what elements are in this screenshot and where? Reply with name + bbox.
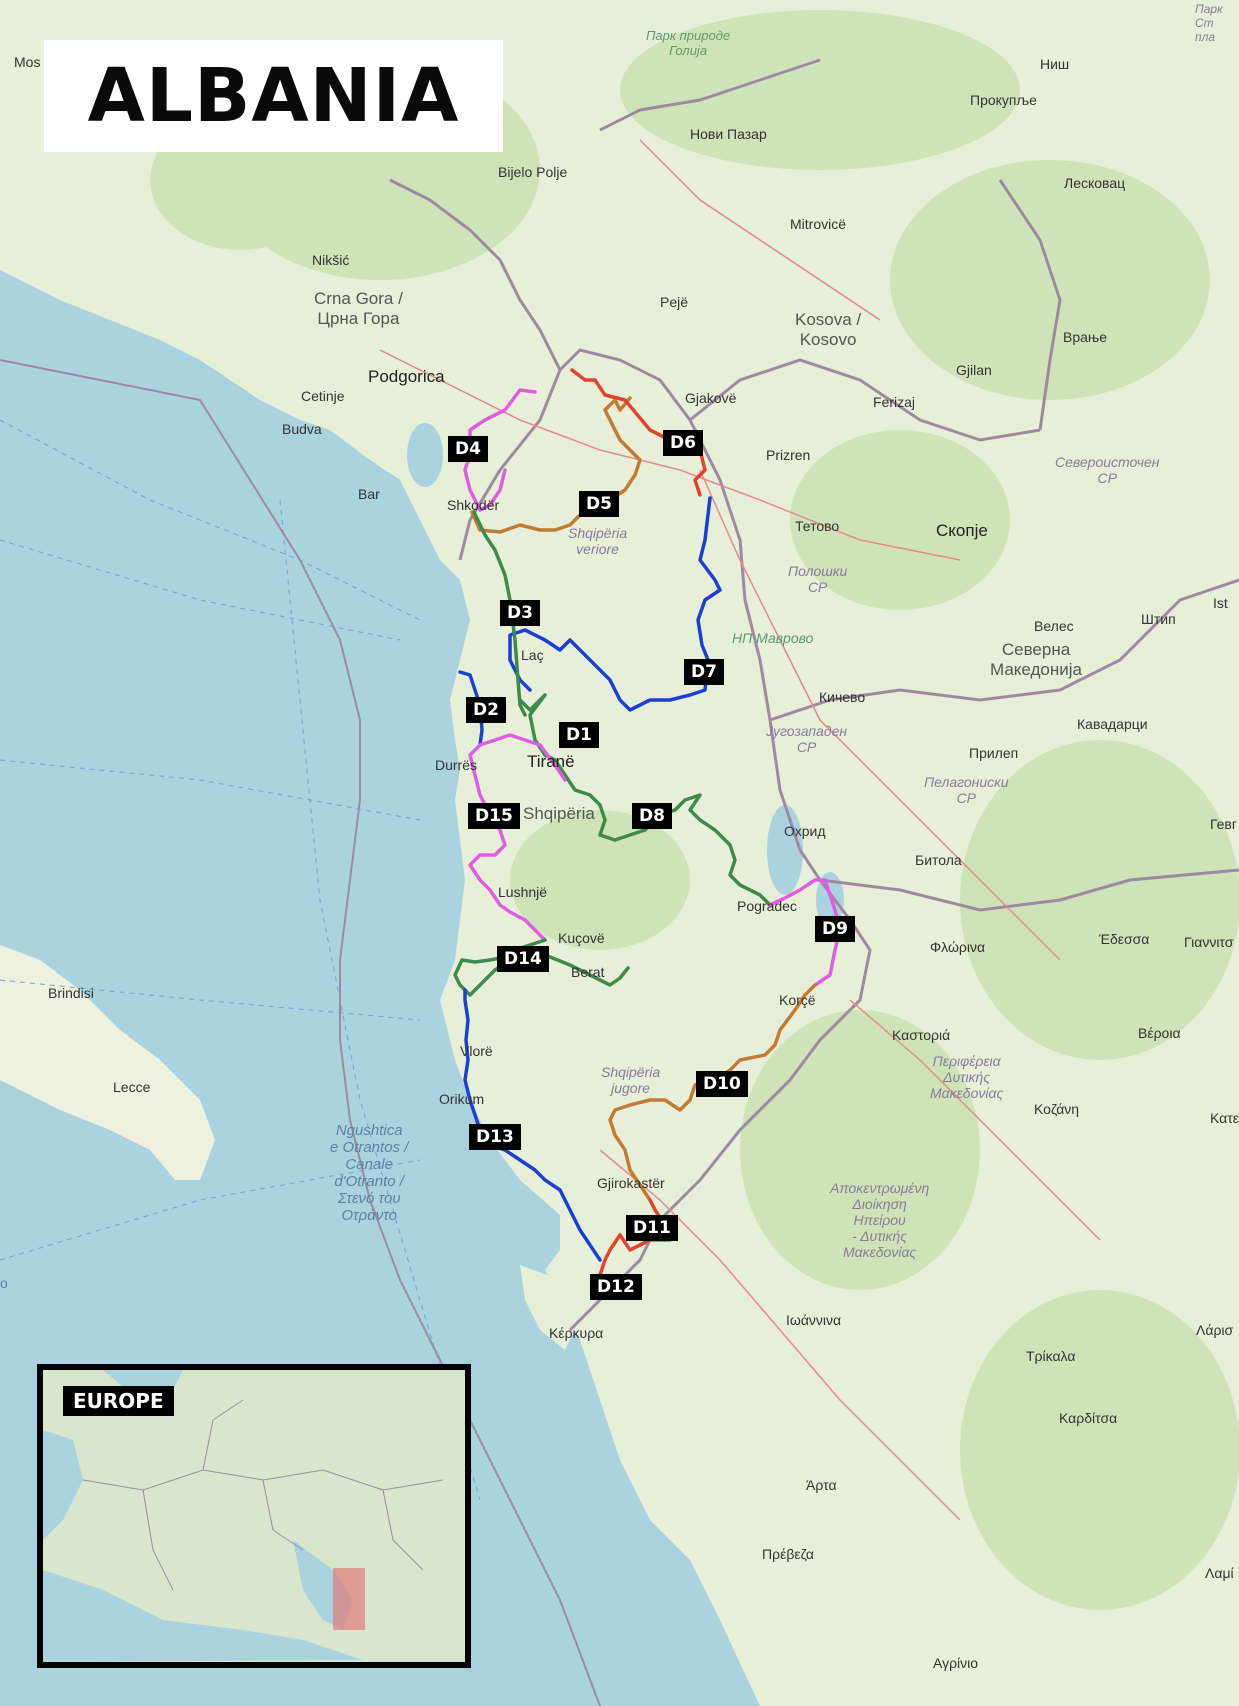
place-mitrovice: Mitrovicë [790, 216, 847, 232]
place-bar: Bar [358, 486, 380, 502]
place-prokuplje: Прокупље [970, 92, 1037, 108]
place-kavadarci: Кавадарци [1077, 716, 1148, 732]
day-label-d13: D13 [469, 1124, 521, 1150]
place-cetinje: Cetinje [301, 388, 345, 404]
map-title-box: ALBANIA [44, 40, 503, 152]
place-brindisi: Brindisi [48, 985, 94, 1001]
place-lamia: Λαμί [1205, 1565, 1234, 1581]
place-bijelo-polje: Bijelo Polje [498, 164, 568, 180]
place-shqiperia-veriore: Shqipëria veriore [568, 525, 628, 557]
place-pogradec: Pogradec [737, 898, 797, 914]
place-tirane: Tiranë [527, 752, 575, 771]
place-arta: Άρτα [806, 1477, 837, 1493]
place-orikum: Orikum [439, 1091, 485, 1107]
place-nis: Ниш [1040, 56, 1070, 72]
day-label-d3: D3 [500, 600, 540, 626]
day-label-d9: D9 [815, 916, 855, 942]
day-label-d2: D2 [466, 697, 506, 723]
place-kastoria: Καστοριά [892, 1027, 951, 1043]
place-podgorica: Podgorica [368, 367, 445, 386]
place-florina: Φλώρινα [930, 939, 986, 955]
place-np-mavrovo: НП Маврово [732, 630, 814, 646]
place-larisa: Λάρισ [1196, 1322, 1234, 1338]
day-label-d6: D6 [663, 430, 703, 456]
place-shkoder: Shkodër [447, 497, 500, 513]
place-ist: Ist [1213, 595, 1228, 611]
place-trikala: Τρίκαλα [1026, 1348, 1076, 1364]
place-berat: Berat [571, 964, 605, 980]
day-label-d11: D11 [626, 1215, 678, 1241]
place-otranto-strait: Ngushtica e Otrantos / Canale d'Otranto … [330, 1122, 409, 1224]
place-ferizaj: Ferizaj [873, 394, 916, 410]
place-gjilan: Gjilan [956, 362, 992, 378]
day-label-d15: D15 [468, 803, 520, 829]
day-label-d1: D1 [559, 722, 599, 748]
day-label-d14: D14 [497, 946, 549, 972]
place-prizren: Prizren [766, 447, 811, 463]
place-durres: Durrës [435, 757, 478, 773]
place-poloshki: Полошки СР [788, 563, 848, 595]
place-lac: Laç [521, 647, 544, 663]
day-label-d5: D5 [579, 491, 619, 517]
day-label-d12: D12 [590, 1274, 642, 1300]
place-kateri: Κατε [1210, 1110, 1239, 1126]
place-shqiperia-jugore: Shqipëria jugore [601, 1064, 661, 1096]
place-kerkyra: Κέρκυρα [549, 1325, 604, 1341]
place-kucove: Kuçovë [558, 930, 605, 946]
place-shtip: Штип [1141, 611, 1176, 627]
lake-shkoder [407, 423, 443, 487]
place-peje: Pejë [660, 294, 689, 310]
place-gjirokaster: Gjirokastër [597, 1175, 665, 1191]
place-severoistochen: Североисточен СР [1055, 454, 1160, 486]
place-mos: Mos [14, 54, 41, 70]
place-vlore: Vlorë [460, 1043, 493, 1059]
place-veroia: Βέροια [1138, 1025, 1181, 1041]
place-gevg: Гевг [1210, 816, 1237, 832]
place-agrinio: Αγρίνιο [933, 1655, 979, 1671]
inset-label: EUROPE [63, 1386, 174, 1416]
place-pelagonski: Пелагониски СР [924, 774, 1009, 806]
place-korce: Korçë [779, 992, 816, 1008]
place-veles: Велес [1034, 618, 1074, 634]
place-severna-makedonija: Северна Македонија [990, 640, 1083, 679]
place-prilep: Прилеп [969, 745, 1019, 761]
day-label-d4: D4 [448, 436, 488, 462]
day-label-d8: D8 [632, 803, 672, 829]
place-bitola: Битола [915, 852, 962, 868]
place-kozani: Κοζάνη [1034, 1101, 1080, 1117]
place-leskovac: Лесковац [1064, 175, 1126, 191]
place-ohrid: Охрид [784, 823, 826, 839]
place-lecce: Lecce [113, 1079, 151, 1095]
place-tetovo: Тетово [795, 518, 840, 534]
map-title: ALBANIA [87, 53, 460, 139]
day-label-d10: D10 [696, 1071, 748, 1097]
place-edessa: Έδεσσα [1099, 931, 1150, 947]
place-lushnje: Lushnjë [498, 884, 548, 900]
place-crna-gora: Crna Gora / Црна Гора [314, 289, 403, 328]
place-niksic: Nikšić [312, 252, 350, 268]
europe-inset-map: EUROPE [37, 1364, 471, 1668]
place-vranje: Врање [1063, 329, 1108, 345]
place-karditsa: Καρδίτσα [1059, 1410, 1118, 1426]
lake-ohrid [767, 805, 803, 895]
place-ioannina: Ιωάννινα [786, 1312, 842, 1328]
place-jugozapaden: Југозападен СР [766, 723, 848, 755]
place-budva: Budva [282, 421, 322, 437]
place-gjakove: Gjakovë [685, 390, 737, 406]
place-o-left: o [0, 1275, 8, 1291]
place-skopje: Скопје [936, 521, 988, 540]
place-shqiperia: Shqipëria [523, 804, 595, 823]
place-apokentromeni: Αποκεντρωμένη Διοίκηση Ηπείρου - Δυτικής… [830, 1180, 930, 1260]
place-kosova: Kosova / Kosovo [795, 310, 862, 349]
place-kicevo: Кичево [819, 689, 866, 705]
place-park-st: Парк Ст пла [1195, 2, 1223, 44]
place-periferia: Περιφέρεια Δυτικής Μακεδονίας [930, 1053, 1004, 1101]
day-label-d7: D7 [684, 659, 724, 685]
place-park-golija: Парк природе Голија [646, 28, 731, 58]
place-giannitsa: Γιαννιτσ [1184, 934, 1234, 950]
place-novi-pazar: Нови Пазар [690, 126, 767, 142]
place-preveza: Πρέβεζα [762, 1546, 814, 1562]
